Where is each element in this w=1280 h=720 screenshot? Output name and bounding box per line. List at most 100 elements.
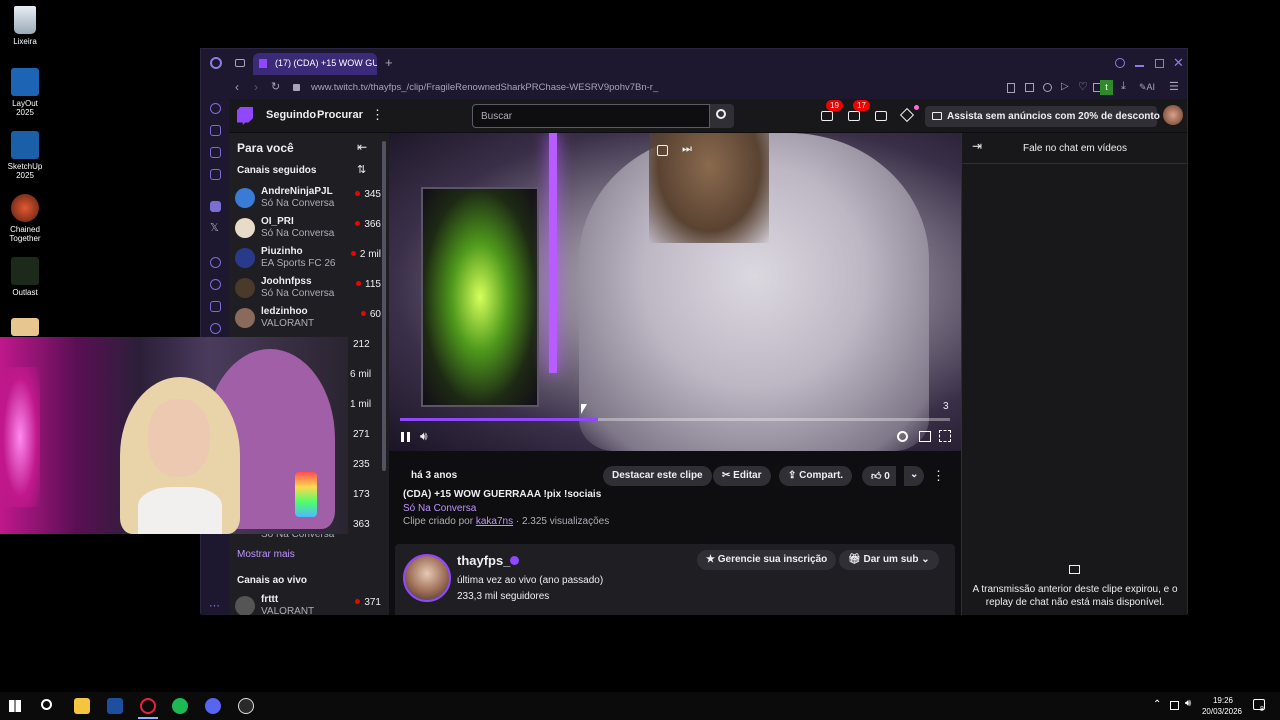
network-icon[interactable] — [1170, 701, 1179, 710]
sidebar-item-piuzinho[interactable]: Piuzinho EA Sports FC 26 2 mil — [235, 243, 385, 273]
twitch-tab-icon — [259, 59, 267, 68]
windows-start-icon[interactable] — [9, 700, 21, 712]
desktop-icon-partial[interactable] — [4, 318, 46, 339]
popout-icon[interactable] — [657, 145, 668, 156]
ai-button[interactable]: ✎AI — [1139, 82, 1155, 93]
search-tabs-icon[interactable] — [1115, 58, 1125, 68]
nav-following[interactable]: Seguindo — [266, 109, 316, 121]
reload-icon[interactable]: ↻ — [271, 80, 280, 93]
recycle-bin-icon — [14, 6, 36, 34]
desktop-icon-label: LayOut 2025 — [12, 99, 38, 117]
steam-icon[interactable] — [238, 698, 254, 714]
inbox-icon[interactable] — [848, 111, 860, 121]
play-icon[interactable]: ▷ — [1061, 81, 1069, 92]
spotify-icon[interactable] — [172, 698, 188, 714]
volume-icon[interactable]: 🔊︎ — [420, 429, 428, 444]
sidebar-item-ledzinhoo[interactable]: ledzinhoo VALORANT 60 — [235, 303, 385, 333]
sidebar-item-oi-pri[interactable]: OI_PRI Só Na Conversa 366 — [235, 213, 385, 243]
progress-track[interactable] — [400, 418, 950, 421]
search-icon[interactable] — [41, 699, 52, 710]
new-tab-icon[interactable]: + — [385, 55, 393, 70]
desktop-icon-layout[interactable]: LayOut 2025 — [4, 68, 46, 117]
drops-icon[interactable] — [821, 111, 833, 121]
extensions-icon[interactable] — [210, 301, 221, 312]
desktop-icon-recycle-bin[interactable]: Lixeira — [4, 6, 46, 46]
tray-chevron-icon[interactable]: ⌃ — [1153, 699, 1161, 710]
download-icon[interactable]: ⤓ — [1121, 80, 1126, 93]
nav-browse[interactable]: Procurar — [317, 109, 363, 121]
shield-icon[interactable] — [1043, 83, 1052, 92]
show-more-link[interactable]: Mostrar mais — [237, 549, 295, 560]
like-button[interactable]: 👍︎ 0 — [862, 466, 896, 486]
desktop-icon-outlast[interactable]: Outlast — [4, 257, 46, 297]
maximize-icon[interactable] — [1155, 59, 1164, 68]
close-icon[interactable]: ✕ — [1173, 55, 1184, 71]
x-twitter-icon[interactable]: 𝕏 — [210, 221, 219, 234]
clock-icon[interactable] — [210, 279, 221, 290]
twitch-logo-icon[interactable] — [237, 107, 253, 125]
gift-sub-button[interactable]: 🎁︎ Dar um sub ⌄ — [839, 550, 939, 570]
desktop-icon-sketchup[interactable]: SketchUp 2025 — [4, 131, 46, 180]
pause-icon[interactable] — [401, 432, 410, 442]
channel-viewers-hidden: 1 mil — [350, 399, 372, 410]
minimize-icon[interactable] — [1135, 65, 1144, 67]
tab-active[interactable]: (17) (CDA) +15 WOW GUERRAAA — [253, 53, 377, 75]
collapse-sidebar-icon[interactable]: ⇤ — [357, 140, 367, 154]
sidebar-item-frttt[interactable]: frttt VALORANT 371 — [235, 591, 385, 615]
url-field[interactable]: www.twitch.tv/thayfps_/clip/FragileRenow… — [311, 82, 658, 93]
highlight-clip-button[interactable]: Destacar este clipe — [603, 466, 712, 486]
crown-icon[interactable] — [899, 107, 915, 123]
clip-category-link[interactable]: Só Na Conversa — [403, 503, 476, 514]
ai-label: AI — [1146, 82, 1156, 92]
edit-button[interactable]: ✂ Editar — [713, 466, 771, 486]
discord-icon[interactable] — [210, 169, 221, 180]
tab-manager-icon[interactable] — [235, 59, 245, 67]
sidebar-item-joohnfpss[interactable]: Joohnfpss Só Na Conversa 115 — [235, 273, 385, 303]
more-options-icon[interactable]: ⋮ — [932, 468, 945, 484]
sort-icon[interactable]: ⇅ — [357, 163, 366, 176]
forward-icon[interactable]: › — [254, 80, 258, 94]
speaker-icon[interactable]: 🔊︎ — [1185, 698, 1191, 709]
player-icon[interactable] — [210, 257, 221, 268]
aria-icon[interactable] — [210, 125, 221, 136]
discord-icon[interactable] — [205, 698, 221, 714]
skip-icon[interactable]: ⏭ — [682, 143, 692, 156]
user-avatar[interactable] — [1163, 105, 1183, 125]
opera-logo-icon[interactable] — [210, 57, 222, 69]
share-button[interactable]: ⇪ Compart. — [779, 466, 853, 486]
fullscreen-icon[interactable] — [939, 430, 951, 442]
file-explorer-icon[interactable] — [74, 698, 90, 714]
clock-time[interactable]: 19:26 — [1203, 696, 1243, 705]
sidebar-item-andreninjapjl[interactable]: AndreNinjaPJL Só Na Conversa 345 — [235, 183, 385, 213]
clock-date[interactable]: 20/03/2026 — [1199, 707, 1245, 716]
video-player[interactable]: ⏭ 3 🔊︎ — [389, 133, 961, 451]
settings-icon[interactable] — [210, 323, 221, 334]
snapshot-icon[interactable] — [1007, 83, 1015, 93]
menu-icon[interactable]: ☰ — [1169, 80, 1179, 93]
creator-link[interactable]: kaka7ns — [476, 516, 513, 527]
history-icon[interactable] — [210, 103, 221, 114]
extension-badge[interactable]: t — [1100, 80, 1113, 95]
search-icon — [716, 109, 726, 119]
search-input[interactable]: Buscar — [472, 104, 710, 128]
opera-gx-icon[interactable] — [140, 698, 156, 714]
twitch-sidebar-icon[interactable] — [210, 201, 221, 212]
desktop-icon-chained-together[interactable]: Chained Together — [4, 194, 46, 243]
channel-avatar-large[interactable] — [403, 554, 451, 602]
ad-free-button[interactable]: Assista sem anúncios com 20% de desconto — [925, 106, 1160, 127]
like-dropdown-button[interactable]: ⌄ — [904, 466, 925, 486]
back-icon[interactable]: ‹ — [235, 80, 239, 94]
settings-gear-icon[interactable] — [897, 431, 908, 442]
search-button[interactable] — [710, 104, 734, 128]
more-icon[interactable]: ⋯ — [209, 599, 220, 612]
manage-sub-button[interactable]: ★ Gerencie sua inscrição — [697, 550, 837, 570]
theatre-mode-icon[interactable] — [919, 431, 931, 442]
messenger-icon[interactable] — [210, 147, 221, 158]
adobe-icon[interactable] — [107, 698, 123, 714]
pip-icon[interactable] — [1025, 83, 1034, 92]
heart-icon[interactable]: ♡ — [1078, 80, 1088, 93]
sidebar-scrollbar[interactable] — [382, 141, 386, 471]
channel-name-link[interactable]: thayfps_ — [457, 553, 510, 568]
whispers-icon[interactable] — [875, 111, 887, 121]
more-nav-icon[interactable]: ⋮ — [371, 107, 384, 123]
